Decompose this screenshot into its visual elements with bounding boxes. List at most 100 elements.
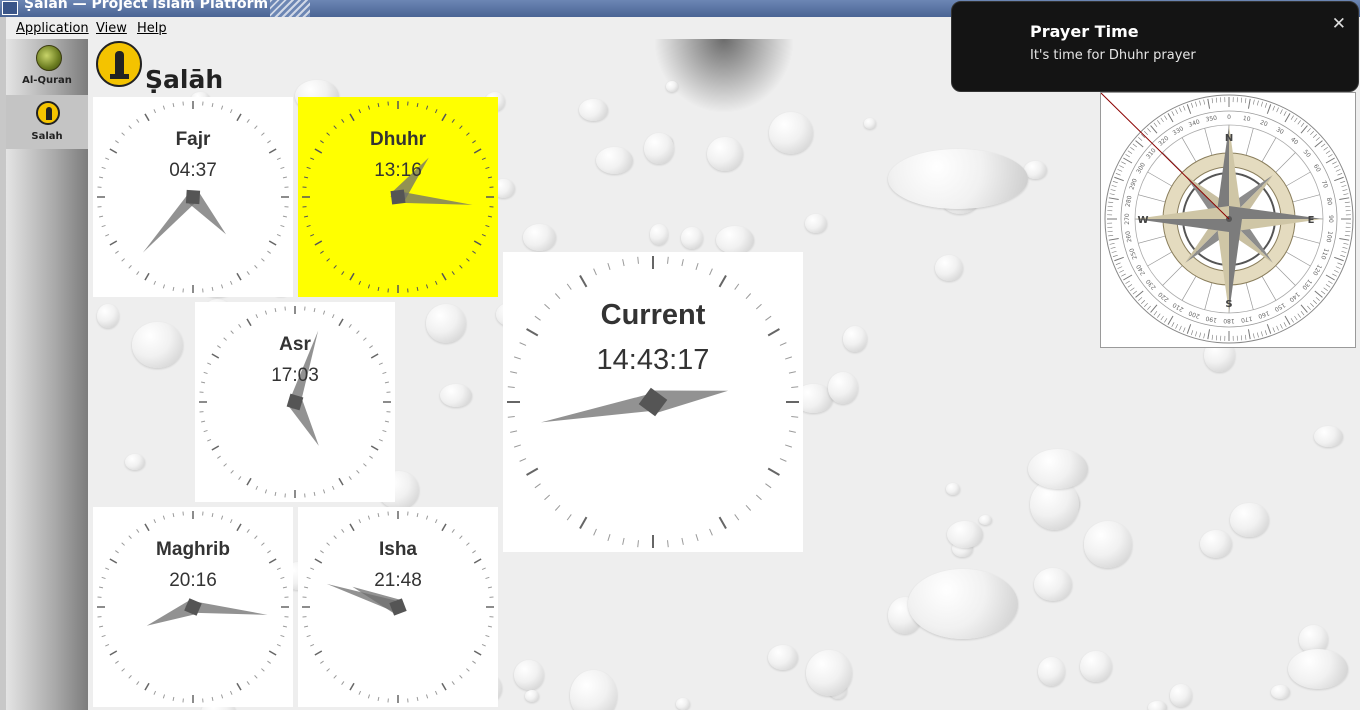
clock-tick [333, 265, 337, 269]
prayer-time: 14:43:17 [596, 344, 710, 376]
clock-tick [220, 105, 224, 110]
clock-tick [268, 240, 277, 246]
clock-tick [115, 660, 119, 664]
clock-tick [144, 113, 150, 122]
clock-tick [246, 318, 252, 327]
clock-tick [261, 258, 265, 262]
clock-tick [136, 119, 140, 123]
clock-hub [390, 189, 406, 205]
clock-tick [280, 224, 285, 228]
clock-tick [310, 643, 315, 647]
sidebar-item-al-quran[interactable]: Al-Quran [6, 39, 88, 93]
clock-tick [348, 476, 352, 480]
clock-tick [695, 534, 699, 542]
clock-tick [200, 420, 206, 423]
clock-tick [510, 430, 518, 433]
water-drop [1169, 684, 1193, 708]
water-drop [1148, 700, 1168, 710]
clock-tick [785, 444, 793, 448]
clock-tick [349, 272, 355, 281]
water-drop [1033, 568, 1072, 601]
prayer-time: 17:03 [271, 365, 319, 386]
clock-tick [109, 240, 118, 246]
clock-tick [554, 504, 561, 511]
clock-tick [211, 286, 214, 292]
clock-tick [667, 540, 669, 548]
clock-tick [566, 514, 572, 521]
clock-tick [485, 224, 490, 228]
clock-tick [378, 438, 383, 442]
clock-tick [236, 523, 242, 532]
page-title: Ṣalāh [145, 65, 224, 94]
clock-tick [473, 650, 482, 656]
menu-help[interactable]: Help [137, 21, 167, 36]
water-drop [440, 384, 472, 408]
clock-tick [101, 224, 106, 228]
clock-tick [172, 512, 175, 518]
clock-tick [172, 286, 175, 292]
clock-tick [349, 523, 355, 532]
clock-tick [211, 445, 220, 451]
compass-cardinal: N [1225, 133, 1233, 144]
clock-tick [349, 113, 355, 122]
prayer-name: Asr [279, 334, 311, 355]
clock-tick [377, 696, 380, 702]
prayer-clock-asr: Asr 17:03 [195, 302, 395, 502]
clock-tick [554, 293, 561, 300]
clock-tick [367, 515, 371, 520]
menu-view[interactable]: View [96, 21, 127, 36]
clock-tick [734, 514, 740, 521]
clock-tick [267, 250, 271, 254]
clock-tick [274, 491, 277, 497]
sidebar-item-salah[interactable]: Salah [6, 95, 88, 149]
window-icon[interactable] [2, 1, 18, 15]
clock-tick [745, 504, 752, 511]
compass-degree-label: 90 [1327, 215, 1334, 223]
prayer-clock-isha: Isha 21:48 [298, 507, 498, 707]
clock-face [507, 256, 799, 548]
clock-tick [341, 681, 345, 685]
water-drop [1230, 502, 1269, 538]
water-drop [579, 98, 608, 122]
clock-tick [637, 256, 639, 264]
close-icon[interactable]: ✕ [1332, 14, 1346, 34]
clock-tick [718, 275, 727, 288]
clock-tick [136, 681, 140, 685]
clock-tick [236, 682, 242, 691]
clock-tick [246, 271, 250, 275]
water-drop [513, 660, 544, 691]
clock-tick [211, 696, 214, 702]
prayer-name: Isha [378, 539, 418, 560]
prayer-name: Fajr [175, 129, 211, 150]
clock-tick [144, 523, 150, 532]
water-drop [1199, 530, 1232, 559]
clock-tick [425, 284, 429, 289]
clock-tick [341, 119, 345, 123]
compass-degree-label: 270 [1124, 213, 1131, 225]
clock-tick [162, 515, 166, 520]
clock-tick [105, 643, 110, 647]
water-drop [1313, 425, 1344, 448]
clock-tick [313, 491, 316, 497]
clock-tick [153, 519, 157, 524]
clock-tick [507, 416, 515, 418]
clock-tick [358, 519, 362, 524]
clock-tick [267, 660, 271, 664]
water-drop [716, 225, 755, 254]
menu-application[interactable]: Application [16, 21, 89, 36]
clock-tick [718, 516, 727, 529]
clock-tick [745, 293, 752, 300]
clock-tick [220, 284, 224, 289]
clock-tick [326, 258, 330, 262]
clock-tick [264, 310, 268, 315]
clock-tick [306, 634, 311, 638]
water-drop [596, 147, 634, 175]
clock-tick [320, 250, 324, 254]
clock-tick [451, 271, 455, 275]
clock-face [97, 101, 289, 293]
clock-tick [593, 528, 597, 536]
water-drop [125, 454, 145, 471]
clock-hub [185, 189, 201, 205]
clock-tick [255, 485, 259, 490]
clock-tick [276, 233, 281, 237]
